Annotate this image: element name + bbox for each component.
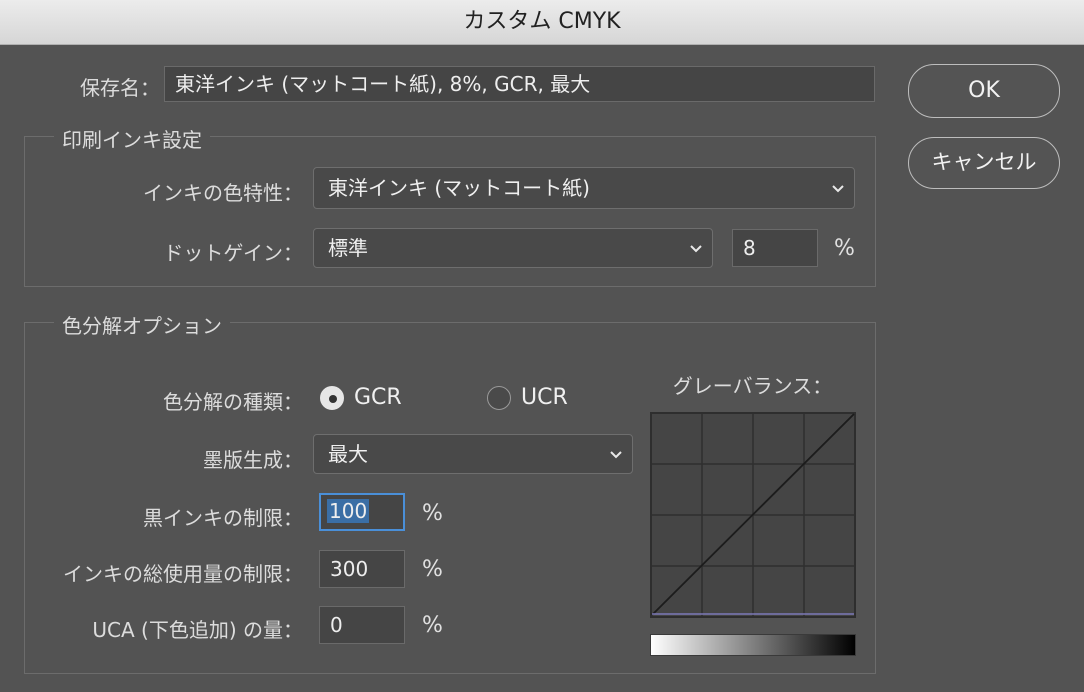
ok-button[interactable]: OK bbox=[908, 64, 1060, 118]
total-ink-limit-input[interactable]: 300 bbox=[319, 550, 405, 588]
ucr-radio[interactable] bbox=[487, 386, 511, 410]
ucr-radio-label[interactable]: UCR bbox=[521, 385, 568, 410]
black-ink-limit-input[interactable]: 100 bbox=[319, 493, 405, 531]
gray-gradient-bar bbox=[650, 634, 856, 656]
dot-gain-type-select[interactable]: 標準 bbox=[313, 228, 713, 268]
uca-amount-label: UCA (下色追加) の量： bbox=[92, 618, 303, 642]
separation-options-legend: 色分解オプション bbox=[54, 310, 230, 339]
ink-colors-value: 東洋インキ (マットコート紙) bbox=[328, 176, 590, 200]
dot-gain-label: ドットゲイン： bbox=[163, 241, 303, 265]
dot-gain-type-value: 標準 bbox=[328, 236, 368, 260]
uca-amount-input[interactable]: 0 bbox=[319, 606, 405, 644]
cancel-button[interactable]: キャンセル bbox=[908, 137, 1060, 189]
chevron-down-icon bbox=[832, 185, 844, 193]
save-name-label: 保存名： bbox=[80, 76, 160, 100]
total-ink-limit-unit: % bbox=[422, 557, 443, 582]
save-name-field[interactable]: 東洋インキ (マットコート紙), 8%, GCR, 最大 bbox=[164, 66, 875, 102]
gcr-radio[interactable] bbox=[320, 386, 344, 410]
gcr-radio-label[interactable]: GCR bbox=[354, 385, 402, 410]
black-ink-limit-unit: % bbox=[422, 501, 443, 526]
window-title: カスタム CMYK bbox=[0, 0, 1084, 45]
chevron-down-icon bbox=[690, 245, 702, 253]
gray-ramp-graph bbox=[650, 412, 856, 618]
ink-colors-select[interactable]: 東洋インキ (マットコート紙) bbox=[313, 167, 855, 209]
black-generation-value: 最大 bbox=[328, 442, 368, 466]
ink-options-legend: 印刷インキ設定 bbox=[54, 124, 210, 153]
black-generation-select[interactable]: 最大 bbox=[313, 434, 633, 474]
black-generation-label: 墨版生成： bbox=[203, 448, 303, 472]
dot-gain-input[interactable]: 8 bbox=[732, 229, 818, 267]
chevron-down-icon bbox=[610, 451, 622, 459]
uca-amount-unit: % bbox=[422, 613, 443, 638]
black-ink-limit-value: 100 bbox=[327, 499, 370, 523]
ink-colors-label: インキの色特性： bbox=[143, 181, 303, 205]
gray-ramp-label: グレーバランス： bbox=[672, 374, 833, 398]
total-ink-limit-label: インキの総使用量の制限： bbox=[63, 562, 303, 586]
dot-gain-unit: % bbox=[834, 236, 855, 261]
black-ink-limit-label: 黒インキの制限： bbox=[143, 506, 303, 530]
separation-type-label: 色分解の種類： bbox=[163, 390, 303, 414]
